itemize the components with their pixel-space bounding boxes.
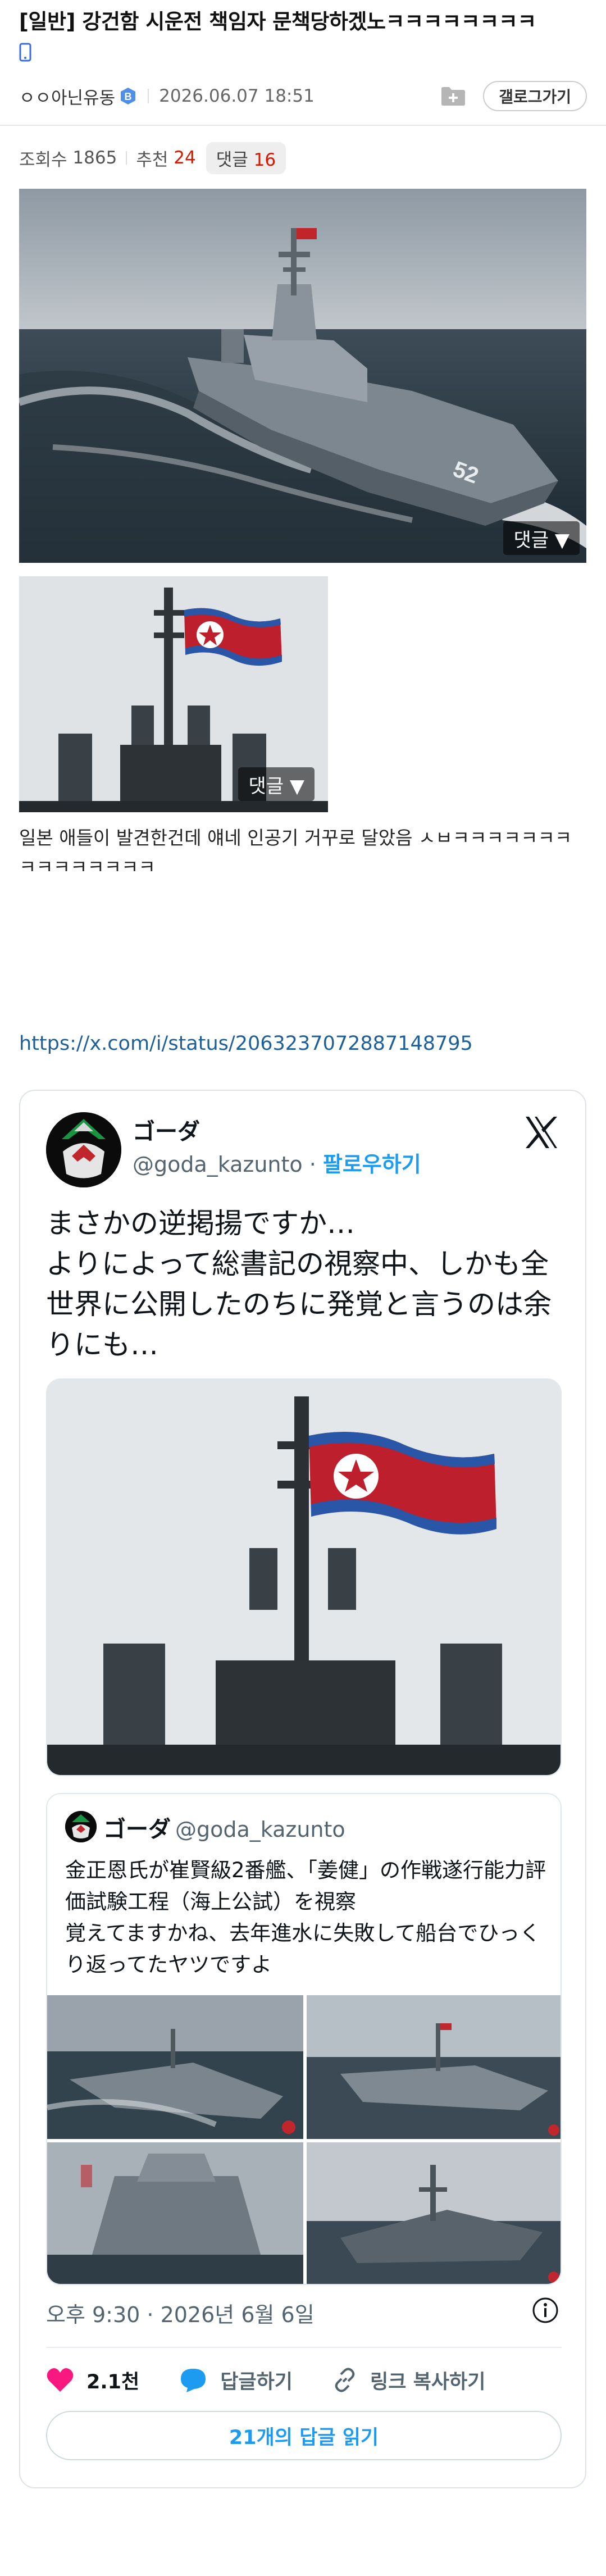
- quote-media-1[interactable]: [47, 1995, 303, 2139]
- folder-plus-icon[interactable]: [440, 85, 466, 109]
- quote-media-grid: [47, 1995, 561, 2284]
- copy-link-action[interactable]: 링크 복사하기: [332, 2366, 485, 2395]
- post-meta: ㅇㅇ아닌유동 B 2026.06.07 18:51 갤로그가기: [19, 79, 587, 113]
- comments-label: 댓글: [216, 149, 248, 170]
- post-image-frigate[interactable]: 52 댓글 ▼: [19, 189, 586, 563]
- image-comment-overlay[interactable]: 댓글 ▼: [238, 767, 315, 801]
- tweet-divider: [46, 2347, 562, 2348]
- read-replies-button[interactable]: 21개의 답글 읽기: [46, 2411, 562, 2460]
- post-date: 2026.06.07 18:51: [159, 86, 315, 106]
- reply-label: 답글하기: [220, 2370, 293, 2393]
- comment-count-button[interactable]: 댓글 16: [206, 142, 286, 174]
- quoted-tweet[interactable]: ゴーダ @goda_kazunto 金正恩氏が崔賢級2番艦、「姜健」の作戦遂行能力…: [46, 1793, 562, 2285]
- quote-media-3[interactable]: [47, 2142, 303, 2284]
- meta-divider: [148, 89, 149, 103]
- info-icon[interactable]: [531, 2296, 559, 2327]
- post-header: [일반] 강건함 시운전 책임자 문책당하겠노ㅋㅋㅋㅋㅋㅋㅋㅋ: [0, 0, 606, 64]
- quote-text: 金正恩氏が崔賢級2番艦、「姜健」の作戦遂行能力評価試験工程（海上公試）を視察 覚…: [65, 1858, 546, 1977]
- stat-divider: [126, 151, 127, 165]
- quote-avatar: [65, 1811, 97, 1842]
- gallog-button[interactable]: 갤로그가기: [483, 81, 587, 111]
- phone-icon: [19, 43, 31, 64]
- copy-link-label: 링크 복사하기: [370, 2370, 486, 2393]
- tweet-author-name[interactable]: ゴーダ: [133, 1113, 200, 1146]
- reply-action[interactable]: 답글하기: [179, 2366, 293, 2395]
- quote-author-handle: @goda_kazunto: [175, 1817, 345, 1842]
- like-action[interactable]: 2.1천: [46, 2366, 139, 2395]
- tweet-timestamp[interactable]: 오후 9:30 · 2026년 6월 6일: [46, 2297, 315, 2328]
- post-title: [일반] 강건함 시운전 책임자 문책당하겠노ㅋㅋㅋㅋㅋㅋㅋㅋ: [19, 10, 536, 34]
- quote-author-name: ゴーダ: [103, 1817, 171, 1842]
- handle-dot: ·: [302, 1152, 323, 1177]
- embedded-tweet[interactable]: ゴーダ @goda_kazunto · 팔로우하기 まさかの逆掲揚ですか… より…: [19, 1090, 586, 2488]
- tweet-handle-row: @goda_kazunto · 팔로우하기: [133, 1147, 421, 1178]
- comments-count: 16: [253, 149, 276, 170]
- views-count: 1865: [72, 148, 117, 168]
- tweet-media-flag[interactable]: [46, 1378, 562, 1776]
- recommend-label: 추천: [136, 149, 168, 170]
- header-divider: [0, 125, 606, 126]
- tweet-author-handle[interactable]: @goda_kazunto: [133, 1152, 303, 1177]
- link-icon: [335, 2368, 355, 2392]
- quote-media-4[interactable]: [307, 2142, 561, 2284]
- tweet-text: まさかの逆掲揚ですか… よりによって総書記の視察中、しかも全世界に公開したのちに…: [46, 1207, 552, 1361]
- post-body-text: 일본 애들이 발견한건데 얘네 인공기 거꾸로 달았음 ㅅㅂㅋㅋㅋㅋㅋㅋㅋㅋㅋㅋ…: [19, 827, 572, 878]
- recommend-count: 24: [174, 148, 196, 168]
- like-count: 2.1천: [86, 2370, 140, 2393]
- reply-bubble-icon: [181, 2369, 206, 2392]
- tweet-avatar[interactable]: [46, 1112, 121, 1187]
- author-name[interactable]: ㅇㅇ아닌유동: [19, 84, 115, 109]
- tweet-actions: 2.1천 답글하기 링크 복사하기: [46, 2361, 562, 2398]
- badge-b-icon: B: [119, 87, 138, 106]
- follow-button[interactable]: 팔로우하기: [323, 1152, 421, 1177]
- post-image-flag[interactable]: 댓글 ▼: [19, 576, 328, 812]
- post-stats: 조회수 1865 추천 24 댓글 16: [19, 142, 286, 174]
- quote-media-2[interactable]: [307, 1995, 561, 2139]
- x-logo-icon[interactable]: [523, 1116, 559, 1152]
- tweet-url-link[interactable]: https://x.com/i/status/20632370728871487…: [19, 1032, 473, 1055]
- views-label: 조회수: [19, 149, 67, 170]
- svg-text:B: B: [125, 91, 132, 102]
- quote-author: ゴーダ @goda_kazunto: [103, 1811, 345, 1844]
- image-comment-overlay[interactable]: 댓글 ▼: [503, 521, 580, 555]
- heart-icon: [47, 2368, 74, 2392]
